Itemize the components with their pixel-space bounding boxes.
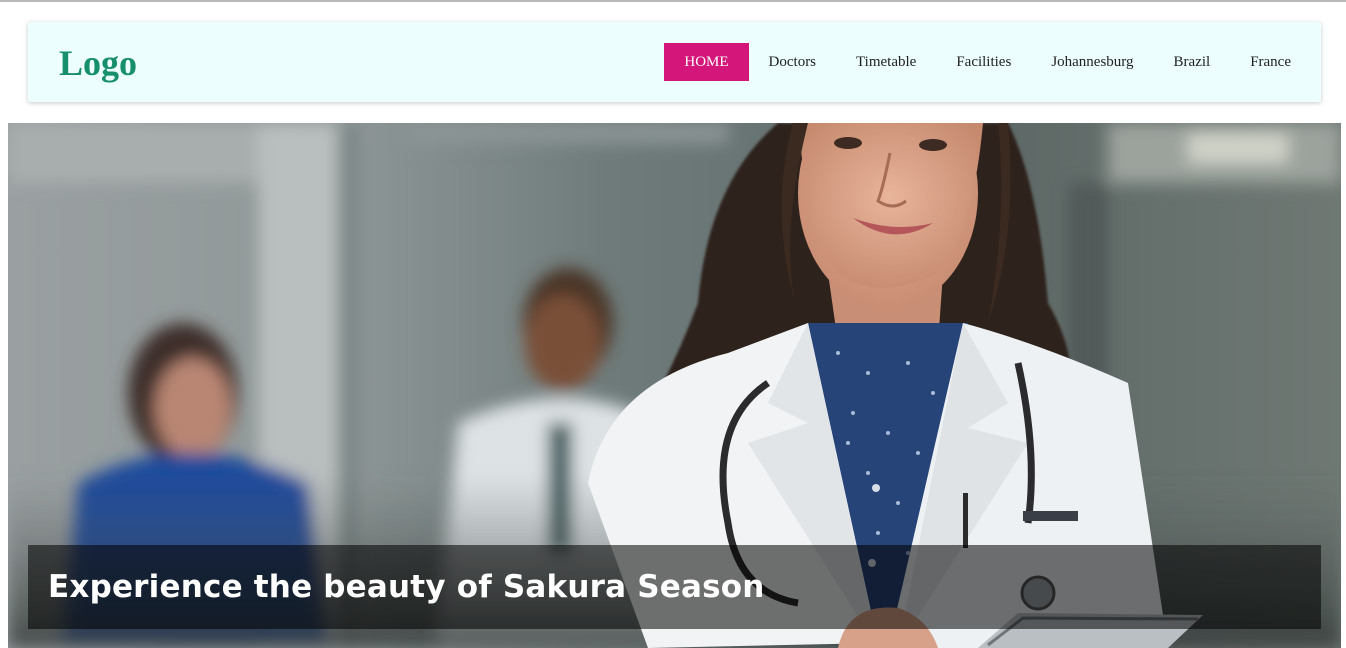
- nav-item-doctors[interactable]: Doctors: [749, 43, 837, 81]
- nav-item-timetable[interactable]: Timetable: [836, 43, 936, 81]
- hero-caption: Experience the beauty of Sakura Season: [48, 569, 765, 605]
- nav-item-facilities[interactable]: Facilities: [936, 43, 1031, 81]
- hero-caption-box: Experience the beauty of Sakura Season: [28, 545, 1321, 629]
- nav-item-brazil[interactable]: Brazil: [1154, 43, 1231, 81]
- nav-item-home[interactable]: HOME: [664, 43, 749, 81]
- hero-banner: Experience the beauty of Sakura Season: [8, 123, 1341, 648]
- nav-item-france[interactable]: France: [1230, 43, 1311, 81]
- logo[interactable]: Logo: [59, 41, 137, 85]
- nav-item-johannesburg[interactable]: Johannesburg: [1031, 43, 1153, 81]
- browser-top-border: [0, 0, 1346, 2]
- main-nav: HOME Doctors Timetable Facilities Johann…: [664, 43, 1311, 81]
- navbar: Logo HOME Doctors Timetable Facilities J…: [28, 22, 1321, 102]
